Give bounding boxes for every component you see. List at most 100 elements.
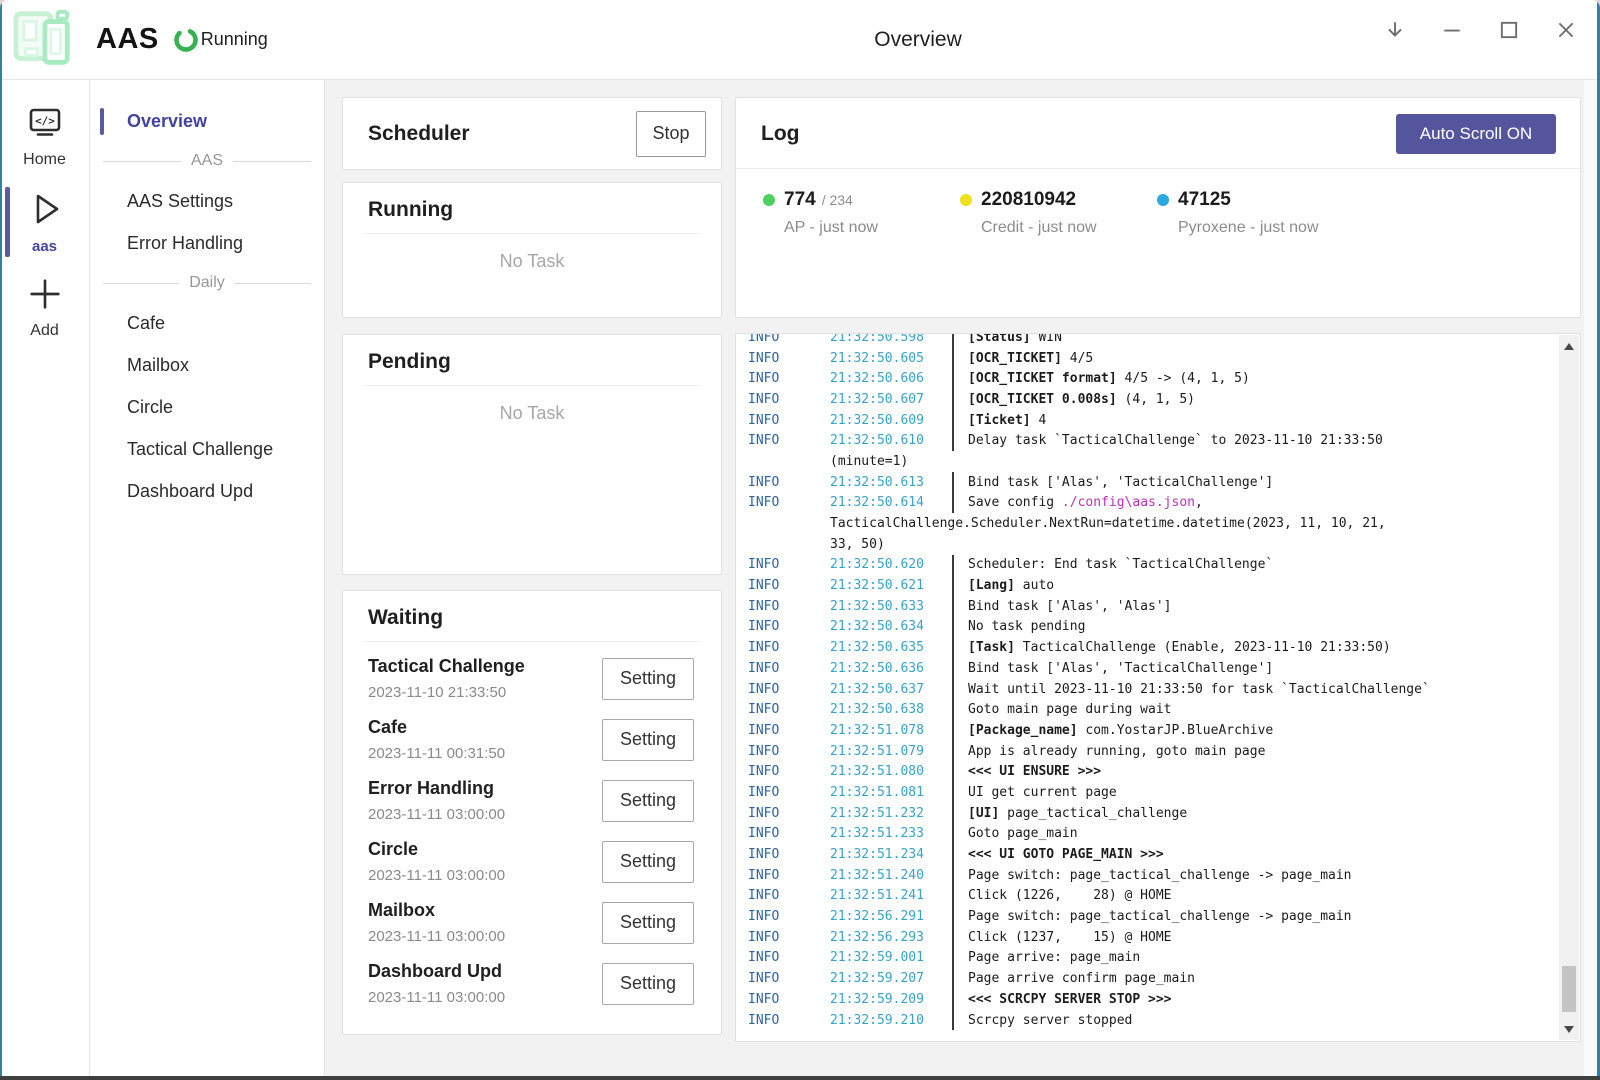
nav-group-label: AAS — [191, 152, 223, 170]
log-line: INFO21:32:50.636Bind task ['Alas', 'Tact… — [748, 658, 1580, 679]
log-line: INFO21:32:51.232[UI] page_tactical_chall… — [748, 803, 1580, 824]
log-line: INFO21:32:50.605[OCR_TICKET] 4/5 — [748, 348, 1580, 369]
nav-item-tactical-challenge[interactable]: Tactical Challenge — [90, 428, 324, 470]
waiting-task-row: Error Handling2023-11-11 03:00:00Setting — [368, 770, 694, 831]
rail-item-home[interactable]: </> Home — [0, 102, 90, 171]
nav-group-divider: Daily — [90, 264, 324, 302]
app-window: AAS Running Overview — [0, 0, 1600, 1080]
log-title: Log — [761, 122, 1396, 146]
log-scrollbar[interactable] — [1559, 335, 1579, 1040]
log-line: INFO21:32:51.240Page switch: page_tactic… — [748, 865, 1580, 886]
nav-group-label: Daily — [189, 274, 225, 292]
nav-menu: Overview AAS AAS SettingsError Handling Dai… — [90, 80, 325, 1076]
waiting-task-info: Circle 2023-11-11 03:00:00 — [368, 839, 602, 884]
log-line: INFO21:32:59.207Page arrive confirm page… — [748, 968, 1580, 989]
waiting-task-info: Mailbox2023-11-11 03:00:00 — [368, 900, 602, 945]
setting-button-tactical-challenge[interactable]: Setting — [602, 658, 694, 700]
scheduler-title: Scheduler — [368, 122, 636, 146]
waiting-task-name: Circle — [368, 839, 602, 860]
log-line: INFO21:32:50.621[Lang] auto — [748, 575, 1580, 596]
stat-ap: 774/ 234AP - just now — [763, 189, 960, 237]
maximize-icon[interactable] — [1493, 12, 1525, 48]
stat-label: Pyroxene - just now — [1157, 219, 1354, 237]
waiting-task-time: 2023-11-11 03:00:00 — [368, 989, 602, 1006]
log-line: INFO21:32:50.620Scheduler: End task `Tac… — [748, 555, 1580, 576]
scheduler-column: Scheduler Stop Running No Task Pending N… — [342, 97, 722, 1035]
nav-item-aas-settings[interactable]: AAS Settings — [90, 180, 324, 222]
rail-item-aas[interactable]: aas — [0, 185, 90, 257]
waiting-task-info: Tactical Challenge2023-11-10 21:33:50 — [368, 656, 602, 701]
waiting-task-time: 2023-11-11 00:31:50 — [368, 745, 602, 762]
log-line: INFO21:32:50.613Bind task ['Alas', 'Tact… — [748, 472, 1580, 493]
waiting-task-name: Mailbox — [368, 900, 602, 921]
waiting-task-row: Tactical Challenge2023-11-10 21:33:50Set… — [368, 648, 694, 709]
waiting-task-info: Cafe2023-11-11 00:31:50 — [368, 717, 602, 762]
log-line: INFO21:32:50.607[OCR_TICKET 0.008s] (4, … — [748, 389, 1580, 410]
waiting-task-name: Error Handling — [368, 778, 602, 799]
log-line: INFO21:32:50.614Save config ./config\aas… — [748, 493, 1580, 514]
play-icon — [25, 189, 65, 229]
waiting-task-row: Dashboard Upd2023-11-11 03:00:00Setting — [368, 953, 694, 1014]
minimize-icon[interactable] — [1436, 12, 1468, 48]
dashboard-stats: 774/ 234AP - just now220810942Credit - j… — [736, 169, 1580, 237]
stat-pyroxene: 47125Pyroxene - just now — [1157, 189, 1354, 237]
app-logo-icon — [10, 9, 76, 71]
stat-label: Credit - just now — [960, 219, 1157, 237]
log-line: INFO21:32:56.291Page switch: page_tactic… — [748, 906, 1580, 927]
running-title: Running — [343, 183, 721, 233]
waiting-task-name: Tactical Challenge — [368, 656, 602, 677]
nav-item-cafe[interactable]: Cafe — [90, 302, 324, 344]
running-card: Running No Task — [342, 182, 722, 318]
scroll-up-icon[interactable] — [1559, 337, 1579, 355]
log-line: TacticalChallenge.Scheduler.NextRun=date… — [748, 513, 1580, 534]
titlebar: AAS Running Overview — [0, 0, 1600, 80]
log-header: Log Auto Scroll ON — [736, 98, 1580, 154]
setting-button-dashboard-upd[interactable]: Setting — [602, 963, 694, 1005]
nav-item-overview[interactable]: Overview — [90, 100, 324, 142]
log-line: INFO21:32:50.633Bind task ['Alas', 'Alas… — [748, 596, 1580, 617]
auto-scroll-button[interactable]: Auto Scroll ON — [1396, 114, 1556, 154]
stat-dot-icon — [960, 194, 972, 206]
app-name: AAS — [96, 23, 159, 56]
log-line: INFO21:32:50.610Delay task `TacticalChal… — [748, 430, 1580, 451]
setting-button-circle[interactable]: Setting — [602, 841, 694, 883]
stop-button[interactable]: Stop — [636, 111, 706, 157]
divider — [363, 233, 701, 234]
scroll-down-icon[interactable] — [1559, 1020, 1579, 1038]
nav-item-circle[interactable]: Circle — [90, 386, 324, 428]
stat-dot-icon — [1157, 194, 1169, 206]
code-monitor-icon: </> — [24, 106, 66, 142]
log-output: INFO21:32:50.598[Status] WININFO21:32:50… — [735, 333, 1581, 1042]
stat-credit: 220810942Credit - just now — [960, 189, 1157, 237]
nav-item-error-handling[interactable]: Error Handling — [90, 222, 324, 264]
log-line: INFO21:32:51.241Click (1226, 28) @ HOME — [748, 886, 1580, 907]
scrollbar-thumb[interactable] — [1562, 966, 1576, 1012]
log-line: INFO21:32:50.606[OCR_TICKET format] 4/5 … — [748, 368, 1580, 389]
nav-item-dashboard-upd[interactable]: Dashboard Upd — [90, 470, 324, 512]
divider — [363, 385, 701, 386]
setting-button-cafe[interactable]: Setting — [602, 719, 694, 761]
log-line: INFO21:32:56.293Click (1237, 15) @ HOME — [748, 927, 1580, 948]
svg-text:</>: </> — [35, 115, 55, 128]
log-line: INFO21:32:51.079App is already running, … — [748, 741, 1580, 762]
window-border-bottom — [0, 1076, 1600, 1080]
log-line: INFO21:32:51.233Goto page_main — [748, 824, 1580, 845]
main-content: Scheduler Stop Running No Task Pending N… — [325, 80, 1600, 1076]
stat-label: AP - just now — [763, 219, 960, 237]
download-icon[interactable] — [1379, 12, 1411, 48]
running-spinner-icon — [173, 27, 199, 53]
scheduler-status: Running — [201, 29, 268, 50]
log-line: INFO21:32:50.635[Task] TacticalChallenge… — [748, 637, 1580, 658]
log-lines: INFO21:32:50.598[Status] WININFO21:32:50… — [736, 333, 1580, 1030]
close-icon[interactable] — [1550, 12, 1582, 48]
setting-button-mailbox[interactable]: Setting — [602, 902, 694, 944]
setting-button-error-handling[interactable]: Setting — [602, 780, 694, 822]
running-empty-text: No Task — [343, 251, 721, 272]
waiting-task-time: 2023-11-11 03:00:00 — [368, 867, 602, 884]
rail-item-add[interactable]: Add — [0, 271, 90, 342]
page-title: Overview — [874, 28, 962, 52]
plus-icon — [26, 275, 64, 313]
log-line: INFO21:32:51.078[Package_name] com.Yosta… — [748, 720, 1580, 741]
waiting-title: Waiting — [343, 591, 721, 641]
nav-item-mailbox[interactable]: Mailbox — [90, 344, 324, 386]
